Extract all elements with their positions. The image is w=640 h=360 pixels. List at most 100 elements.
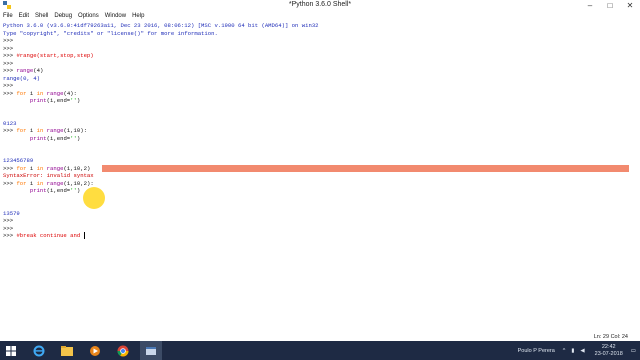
code-token: print bbox=[29, 97, 47, 104]
prompt: >>> bbox=[3, 127, 17, 134]
code-token: range bbox=[16, 67, 34, 74]
shell-line: >>> #break continue and bbox=[0, 232, 640, 240]
shell-line: 123456789 bbox=[0, 157, 640, 165]
code-token: ) bbox=[76, 187, 81, 194]
code-line: >>> for i in range(1,10,2): bbox=[3, 180, 94, 187]
media-player-icon[interactable] bbox=[84, 341, 106, 360]
clock[interactable]: 22:42 23-07-2018 bbox=[595, 344, 623, 358]
code-line: >>> #range(start,stop,step) bbox=[3, 52, 94, 59]
code-token: print bbox=[29, 134, 47, 142]
window-title: *Python 3.6.0 Shell* bbox=[288, 1, 352, 8]
taskbar: Poulo P Perera ^ ▮ ◀ 22:42 23-07-2018 ▭ bbox=[0, 341, 640, 360]
output-text: 0123 bbox=[3, 119, 17, 127]
output-text: 13579 bbox=[3, 209, 20, 217]
code-token: print bbox=[29, 187, 47, 194]
menu-help[interactable]: Help bbox=[132, 13, 144, 19]
code-token: (4) bbox=[33, 67, 44, 74]
close-button[interactable]: ✕ bbox=[620, 0, 640, 11]
shell-line: 13579 bbox=[0, 210, 640, 218]
menu-file[interactable]: File bbox=[3, 13, 13, 19]
code-token: range bbox=[46, 127, 64, 134]
prompt bbox=[3, 135, 30, 142]
code-token: (i,end= bbox=[46, 187, 71, 194]
code-token: (i,end= bbox=[46, 134, 71, 142]
file-explorer-icon[interactable] bbox=[56, 341, 78, 360]
code-token: ) bbox=[76, 97, 81, 104]
code-line: >>> for i in range(4): bbox=[3, 90, 77, 97]
prompt: >>> bbox=[3, 164, 17, 172]
error-highlight bbox=[102, 164, 629, 172]
code-token: i bbox=[26, 179, 37, 187]
code-token: (i,end= bbox=[46, 97, 71, 104]
prompt: >>> bbox=[3, 52, 17, 59]
shell-line: range(0, 4) bbox=[0, 75, 640, 83]
code-token: for bbox=[16, 164, 27, 172]
prompt: >>> bbox=[3, 37, 17, 44]
cursor-highlight bbox=[83, 187, 105, 209]
tray-up-icon[interactable]: ^ bbox=[563, 348, 566, 354]
menu-options[interactable]: Options bbox=[78, 13, 99, 19]
code-comment: #break continue and bbox=[16, 232, 84, 239]
title-bar: *Python 3.6.0 Shell* – □ ✕ bbox=[0, 0, 640, 11]
prompt: >>> bbox=[3, 217, 17, 224]
code-line: >>> for i in range(1,10,2) bbox=[3, 165, 90, 172]
shell-line: >>> for i in range(1,10): bbox=[0, 127, 640, 135]
volume-icon[interactable]: ◀ bbox=[580, 348, 584, 354]
prompt: >>> bbox=[3, 89, 17, 97]
menu-edit[interactable]: Edit bbox=[19, 13, 29, 19]
shell-line: >>> range(4) bbox=[0, 67, 640, 75]
ie-icon[interactable] bbox=[28, 341, 50, 360]
minimize-button[interactable]: – bbox=[580, 0, 600, 11]
code-token: ) bbox=[76, 134, 81, 142]
code-token: range bbox=[46, 89, 64, 97]
shell-line: >>> bbox=[0, 45, 640, 53]
shell-line: >>> bbox=[0, 217, 640, 225]
code-line: print(i,end='') bbox=[3, 97, 80, 104]
code-token: i bbox=[26, 164, 37, 172]
menu-shell[interactable]: Shell bbox=[35, 13, 48, 19]
clock-date: 23-07-2018 bbox=[594, 350, 623, 357]
code-token: '' bbox=[70, 97, 77, 104]
code-token: for bbox=[16, 89, 27, 97]
shell-line: >>> bbox=[0, 225, 640, 233]
shell-line: 0123 bbox=[0, 120, 640, 128]
windows-start-icon[interactable] bbox=[0, 341, 22, 360]
code-token: for bbox=[16, 179, 27, 187]
code-line: print(i,end='') bbox=[3, 135, 80, 142]
shell-line: >>> #range(start,stop,step) bbox=[0, 52, 640, 60]
prompt bbox=[3, 97, 30, 104]
code-token: (1,10,2) bbox=[63, 164, 91, 172]
menu-window[interactable]: Window bbox=[105, 13, 126, 19]
code-token: range bbox=[46, 179, 64, 187]
code-token: (4): bbox=[63, 89, 77, 97]
code-line: >>> #break continue and bbox=[3, 232, 85, 239]
shell-line: >>> bbox=[0, 37, 640, 45]
network-icon[interactable]: ▮ bbox=[571, 348, 574, 354]
prompt: >>> bbox=[3, 82, 17, 89]
shell-line: Type "copyright", "credits" or "license(… bbox=[0, 30, 640, 38]
code-line: >>> range(4) bbox=[3, 67, 43, 74]
output-text: Type "copyright", "credits" or "license(… bbox=[3, 29, 218, 37]
code-token: i bbox=[26, 127, 37, 134]
prompt: >>> bbox=[3, 224, 17, 232]
status-bar: Ln: 29 Col: 24 bbox=[0, 334, 640, 341]
code-token: range bbox=[46, 164, 64, 172]
code-token: '' bbox=[70, 187, 77, 194]
shell-line: >>> bbox=[0, 60, 640, 68]
output-text: 123456789 bbox=[3, 157, 34, 164]
prompt: >>> bbox=[3, 44, 17, 52]
menu-debug[interactable]: Debug bbox=[54, 13, 72, 19]
shell-text-area[interactable]: Python 3.6.0 (v3.6.0:41df79263a11, Dec 2… bbox=[0, 22, 640, 332]
text-cursor bbox=[83, 232, 85, 239]
notification-icon[interactable]: ▭ bbox=[631, 348, 636, 354]
code-line: print(i,end='') bbox=[3, 187, 80, 194]
python-idle-icon[interactable] bbox=[140, 341, 162, 360]
chrome-icon[interactable] bbox=[112, 341, 134, 360]
code-token: (1,10,2): bbox=[63, 179, 94, 187]
code-token: for bbox=[16, 127, 27, 134]
shell-line: print(i,end='') bbox=[0, 97, 640, 105]
maximize-button[interactable]: □ bbox=[600, 0, 620, 11]
